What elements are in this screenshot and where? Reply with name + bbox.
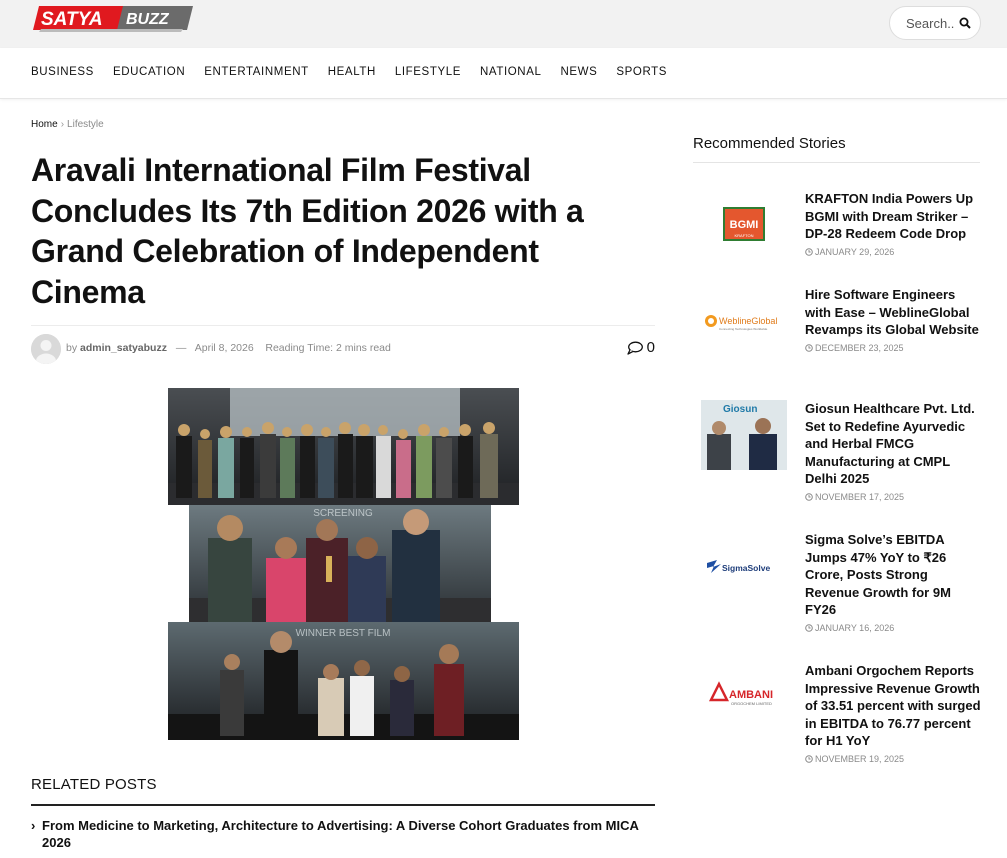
recommended-divider: [693, 162, 980, 163]
ambani-logo-text: AMBANI: [729, 689, 773, 701]
clock-icon: [805, 343, 813, 352]
bgmi-logo-sub: KRAFTON: [734, 233, 753, 238]
comment-icon: [627, 341, 643, 355]
bgmi-thumbnail: BGMI KRAFTON: [701, 190, 787, 260]
meta-dash: —: [175, 342, 187, 354]
related-posts-heading: RELATED POSTS: [31, 776, 157, 793]
story-thumbnail[interactable]: BGMI KRAFTON: [701, 190, 787, 260]
search-label: Search..: [906, 15, 955, 31]
recommended-heading: Recommended Stories: [693, 135, 846, 152]
article-title: Aravali International Film Festival Conc…: [31, 152, 584, 310]
clock-icon: [805, 623, 813, 632]
nav-item-entertainment[interactable]: ENTERTAINMENT: [204, 66, 309, 78]
story-date: NOVEMBER 19, 2025: [805, 754, 983, 764]
story-thumbnail[interactable]: Giosun: [701, 400, 787, 470]
story-date: JANUARY 29, 2026: [805, 247, 983, 257]
breadcrumb: Home › Lifestyle: [31, 119, 104, 130]
comment-count: 0: [646, 339, 655, 356]
site-logo[interactable]: SATYA BUZZ: [33, 4, 193, 32]
collage-banner-mid: SCREENING: [313, 508, 373, 519]
story-date: DECEMBER 23, 2025: [805, 343, 983, 353]
reading-time: Reading Time: 2 mins read: [265, 342, 391, 354]
nav-item-business[interactable]: BUSINESS: [31, 66, 94, 78]
sigmasolve-logo-text: SigmaSolve: [722, 563, 770, 573]
weblineglobal-logo-sub: Connecting Technologies Worldwide: [719, 327, 768, 331]
main-nav: BUSINESS EDUCATION ENTERTAINMENT HEALTH …: [0, 48, 1007, 99]
nav-item-news[interactable]: NEWS: [560, 66, 597, 78]
ambani-thumbnail: AMBANI ORGOCHEM LIMITED: [701, 662, 787, 732]
chevron-right-icon: ›: [31, 818, 36, 833]
story-title[interactable]: Ambani Orgochem Reports Impressive Reven…: [805, 662, 983, 750]
avatar-placeholder-icon: [31, 334, 61, 364]
breadcrumb-home[interactable]: Home: [31, 119, 58, 130]
logo-text-left: SATYA: [41, 9, 103, 30]
logo-graphic: SATYA BUZZ: [33, 6, 193, 32]
related-post-item[interactable]: › From Medicine to Marketing, Architectu…: [31, 817, 655, 851]
story-title[interactable]: KRAFTON India Powers Up BGMI with Dream …: [805, 190, 983, 243]
breadcrumb-current[interactable]: Lifestyle: [67, 119, 104, 130]
story-title[interactable]: Hire Software Engineers with Ease – Webl…: [805, 286, 983, 339]
story-date-text: NOVEMBER 17, 2025: [815, 491, 905, 502]
meta-by: by: [66, 342, 78, 354]
nav-item-education[interactable]: EDUCATION: [113, 66, 185, 78]
weblineglobal-thumbnail: WeblineGlobal Connecting Technologies Wo…: [701, 286, 787, 356]
search-icon[interactable]: [959, 17, 972, 29]
giosun-thumbnail: Giosun: [701, 400, 787, 470]
bgmi-logo-text: BGMI: [730, 219, 759, 231]
nav-item-national[interactable]: NATIONAL: [480, 66, 541, 78]
giosun-logo-text: Giosun: [723, 404, 757, 415]
story-date-text: JANUARY 16, 2026: [815, 622, 895, 633]
related-posts-divider: [31, 804, 655, 806]
meta-text: by admin_satyabuzz — April 8, 2026 Readi…: [66, 342, 391, 354]
clock-icon: [805, 247, 813, 256]
story-date: JANUARY 16, 2026: [805, 623, 983, 633]
article-date: April 8, 2026: [194, 342, 254, 354]
ambani-logo-sub: ORGOCHEM LIMITED: [731, 701, 772, 706]
story-title[interactable]: Sigma Solve’s EBITDA Jumps 47% YoY to ₹2…: [805, 531, 983, 619]
nav-item-sports[interactable]: SPORTS: [616, 66, 667, 78]
breadcrumb-separator: ›: [60, 119, 65, 130]
article-meta: by admin_satyabuzz — April 8, 2026 Readi…: [31, 325, 655, 371]
story-thumbnail[interactable]: AMBANI ORGOCHEM LIMITED: [701, 662, 787, 732]
article-featured-image: SCREENING WINNER BEST FILM: [168, 388, 519, 740]
author-avatar[interactable]: [31, 334, 61, 364]
story-thumbnail[interactable]: SigmaSolve: [701, 531, 787, 601]
logo-text-right: BUZZ: [126, 11, 170, 28]
sigmasolve-thumbnail: SigmaSolve: [701, 531, 787, 601]
search-box[interactable]: Search..: [889, 6, 981, 40]
story-thumbnail[interactable]: WeblineGlobal Connecting Technologies Wo…: [701, 286, 787, 356]
story-date-text: NOVEMBER 19, 2025: [815, 753, 905, 764]
collage-banner-bottom: WINNER BEST FILM: [296, 628, 391, 639]
nav-item-lifestyle[interactable]: LIFESTYLE: [395, 66, 461, 78]
author-name[interactable]: admin_satyabuzz: [80, 342, 167, 354]
comments-link[interactable]: 0: [627, 339, 655, 356]
top-bar: SATYA BUZZ Search..: [0, 0, 1007, 48]
story-date-text: JANUARY 29, 2026: [815, 246, 895, 257]
nav-item-health[interactable]: HEALTH: [328, 66, 376, 78]
story-date: NOVEMBER 17, 2025: [805, 492, 983, 502]
story-date-text: DECEMBER 23, 2025: [815, 342, 904, 353]
weblineglobal-logo-text: WeblineGlobal: [719, 316, 777, 326]
clock-icon: [805, 754, 813, 763]
story-title[interactable]: Giosun Healthcare Pvt. Ltd. Set to Redef…: [805, 400, 983, 488]
clock-icon: [805, 492, 813, 501]
related-post-title[interactable]: From Medicine to Marketing, Architecture…: [42, 818, 638, 850]
